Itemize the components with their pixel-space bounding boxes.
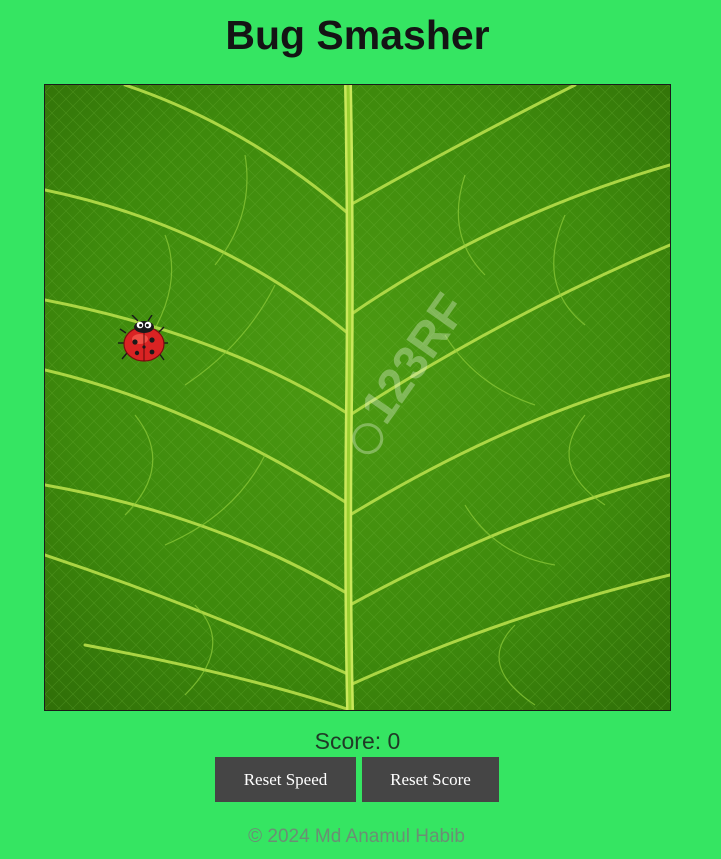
reset-score-button[interactable]: Reset Score (362, 757, 499, 802)
copyright-footer: © 2024 Md Anamul Habib (248, 826, 465, 847)
game-board[interactable]: 123RF (44, 84, 671, 711)
score-display: Score: 0 (314, 728, 401, 754)
leaf-background: 123RF (45, 85, 670, 710)
control-buttons: Reset Speed Reset Score (215, 757, 499, 802)
ladybug-icon[interactable] (118, 315, 170, 365)
game-title: Bug Smasher (225, 12, 490, 58)
reset-speed-button[interactable]: Reset Speed (215, 757, 356, 802)
